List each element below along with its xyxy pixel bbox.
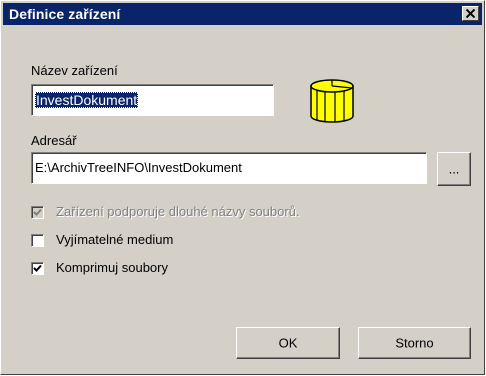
disk-drive-icon bbox=[310, 79, 354, 123]
device-definition-dialog: Definice zařízení Název zařízení InvestD… bbox=[0, 0, 485, 375]
directory-field[interactable] bbox=[31, 152, 427, 184]
cancel-button-label: Storno bbox=[395, 335, 434, 351]
close-icon bbox=[466, 9, 475, 18]
checkmark-icon bbox=[33, 264, 42, 272]
ok-button[interactable]: OK bbox=[236, 327, 340, 359]
directory-label: Adresář bbox=[31, 133, 77, 148]
browse-button-label: ... bbox=[448, 161, 460, 177]
compress-checkbox[interactable] bbox=[31, 262, 44, 275]
device-name-label: Název zařízení bbox=[31, 63, 118, 78]
long-names-label: Zařízení podporuje dlouhé názvy souborů. bbox=[56, 204, 300, 219]
window-title: Definice zařízení bbox=[9, 6, 121, 22]
browse-button[interactable]: ... bbox=[437, 152, 471, 186]
directory-input[interactable] bbox=[35, 160, 420, 175]
cancel-button[interactable]: Storno bbox=[358, 327, 471, 359]
long-names-checkbox[interactable] bbox=[31, 206, 44, 219]
close-button[interactable] bbox=[462, 6, 479, 21]
removable-checkbox[interactable] bbox=[31, 234, 44, 247]
title-bar[interactable]: Definice zařízení bbox=[3, 3, 482, 25]
removable-label: Vyjímatelné medium bbox=[56, 232, 174, 247]
checkmark-icon bbox=[33, 208, 42, 216]
device-name-field[interactable]: InvestDokument bbox=[31, 84, 274, 116]
compress-label: Komprimuj soubory bbox=[56, 260, 168, 275]
ok-button-label: OK bbox=[278, 335, 298, 351]
device-name-value: InvestDokument bbox=[35, 92, 139, 108]
